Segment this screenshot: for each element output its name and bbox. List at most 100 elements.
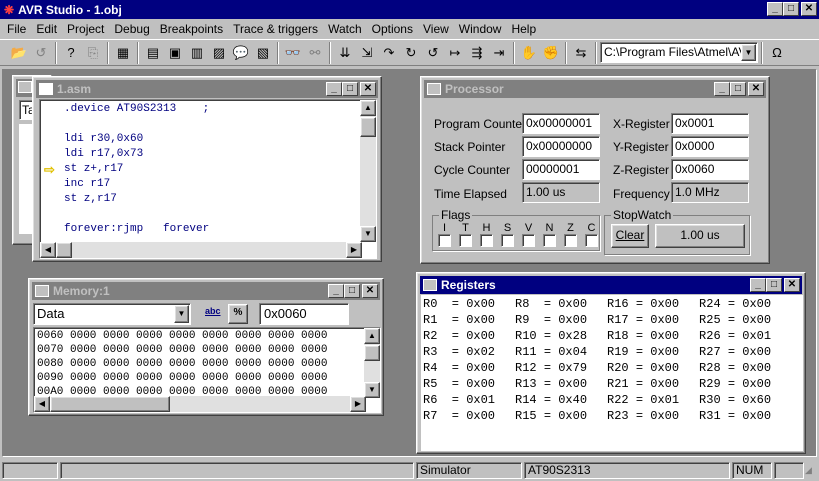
flag-c[interactable]: C <box>583 222 600 250</box>
processor-view-icon[interactable]: ▨ <box>208 42 230 64</box>
register-value[interactable]: R15 = 0x00 <box>515 408 587 424</box>
stack-pointer-field[interactable]: 0x00000000 <box>522 136 600 157</box>
menu-edit[interactable]: Edit <box>36 22 57 36</box>
registers-view-icon[interactable]: ▥ <box>186 42 208 64</box>
flag-i[interactable]: I <box>436 222 453 250</box>
registers-minimize-button[interactable]: _ <box>750 278 766 292</box>
run-icon[interactable]: ⇊ <box>334 42 356 64</box>
flag-checkbox[interactable] <box>438 234 451 247</box>
asm-vertical-scrollbar[interactable]: ▲ ▼ <box>360 100 376 242</box>
register-value[interactable]: R28 = 0x00 <box>699 360 771 376</box>
flag-n[interactable]: N <box>541 222 558 250</box>
disassembly-icon[interactable]: ▤ <box>142 42 164 64</box>
scroll-up-icon[interactable]: ▲ <box>360 100 376 116</box>
register-value[interactable]: R23 = 0x00 <box>607 408 679 424</box>
comment-icon[interactable]: 💬 <box>230 42 252 64</box>
processor-titlebar[interactable]: Processor _ □ ✕ <box>424 80 766 98</box>
processor-window[interactable]: Processor _ □ ✕ Program Counter 0x000000… <box>420 76 770 264</box>
cycle-counter-field[interactable]: 00000001 <box>522 159 600 180</box>
register-value[interactable]: R8 = 0x00 <box>515 296 587 312</box>
register-value[interactable]: R1 = 0x00 <box>423 312 495 328</box>
y-register-field[interactable]: 0x0000 <box>671 136 749 157</box>
register-value[interactable]: R17 = 0x00 <box>607 312 679 328</box>
registers-close-button[interactable]: ✕ <box>784 278 800 292</box>
register-value[interactable]: R21 = 0x00 <box>607 376 679 392</box>
options-icon[interactable]: ⇆ <box>570 42 592 64</box>
io-view-icon[interactable]: ▧ <box>252 42 274 64</box>
close-button[interactable]: ✕ <box>801 2 817 16</box>
register-value[interactable]: R9 = 0x00 <box>515 312 587 328</box>
watch-icon[interactable]: 👓 <box>282 42 304 64</box>
run-to-cursor-icon[interactable]: ↦ <box>444 42 466 64</box>
trace-icon[interactable]: ⇥ <box>488 42 510 64</box>
register-value[interactable]: R27 = 0x00 <box>699 344 771 360</box>
scroll-up-icon[interactable]: ▲ <box>364 328 380 344</box>
resize-grip-icon[interactable]: ◢ <box>805 465 817 479</box>
path-combobox[interactable]: C:\Program Files\Atmel\AVR ▼ <box>600 42 758 63</box>
register-value[interactable]: R22 = 0x01 <box>607 392 679 408</box>
step-out-icon[interactable]: ↺ <box>422 42 444 64</box>
processor-close-button[interactable]: ✕ <box>748 82 764 96</box>
menu-watch[interactable]: Watch <box>328 22 362 36</box>
register-value[interactable]: R7 = 0x00 <box>423 408 495 424</box>
scroll-thumb[interactable] <box>364 345 380 361</box>
register-value[interactable]: R24 = 0x00 <box>699 296 771 312</box>
flag-checkbox[interactable] <box>480 234 493 247</box>
x-register-field[interactable]: 0x0001 <box>671 113 749 134</box>
register-value[interactable]: R4 = 0x00 <box>423 360 495 376</box>
register-value[interactable]: R16 = 0x00 <box>607 296 679 312</box>
registers-titlebar[interactable]: Registers _ □ ✕ <box>420 276 802 294</box>
flag-checkbox[interactable] <box>459 234 472 247</box>
registers-window[interactable]: Registers _ □ ✕ R0 = 0x00 R1 = 0x00 R2 = 0… <box>416 272 806 454</box>
break-icon[interactable]: ⇲ <box>356 42 378 64</box>
chevron-down-icon[interactable]: ▼ <box>174 305 189 323</box>
processor-maximize-button[interactable]: □ <box>730 82 746 96</box>
chevron-down-icon[interactable]: ▼ <box>741 44 756 61</box>
memory-type-select[interactable]: Data ▼ <box>33 303 191 325</box>
help-icon[interactable]: ? <box>60 42 82 64</box>
clear-button[interactable]: Clear <box>611 224 649 248</box>
ascii-toggle-icon[interactable]: abc <box>205 306 225 323</box>
register-value[interactable]: R10 = 0x28 <box>515 328 587 344</box>
asm-minimize-button[interactable]: _ <box>326 82 342 96</box>
memory-window[interactable]: Memory:1 _ □ ✕ Data ▼ abc % 0x0060 0060 … <box>28 278 384 416</box>
scroll-down-icon[interactable]: ▼ <box>360 226 376 242</box>
register-value[interactable]: R14 = 0x40 <box>515 392 587 408</box>
register-value[interactable]: R30 = 0x60 <box>699 392 771 408</box>
registers-maximize-button[interactable]: □ <box>766 278 782 292</box>
stopwatch-display[interactable]: 1.00 us <box>655 224 745 248</box>
register-value[interactable]: R12 = 0x79 <box>515 360 587 376</box>
clear-breakpoints-icon[interactable]: ✊ <box>540 42 562 64</box>
menu-file[interactable]: File <box>7 22 26 36</box>
open-icon[interactable]: 📂 <box>8 42 30 64</box>
register-value[interactable]: R5 = 0x00 <box>423 376 495 392</box>
register-value[interactable]: R25 = 0x00 <box>699 312 771 328</box>
menu-project[interactable]: Project <box>67 22 104 36</box>
scroll-down-icon[interactable]: ▼ <box>364 382 380 398</box>
maximize-button[interactable]: □ <box>783 2 799 16</box>
memory-horizontal-scrollbar[interactable]: ◀ ▶ <box>34 396 366 412</box>
scroll-thumb[interactable] <box>360 117 376 137</box>
hscroll-thumb[interactable] <box>56 242 72 258</box>
asm-editor[interactable]: ⇨ .device AT90S2313 ; ldi r30,0x60 ldi r17… <box>39 99 377 259</box>
menu-options[interactable]: Options <box>372 22 413 36</box>
z-register-field[interactable]: 0x0060 <box>671 159 749 180</box>
register-value[interactable]: R19 = 0x00 <box>607 344 679 360</box>
register-value[interactable]: R20 = 0x00 <box>607 360 679 376</box>
menu-trace-triggers[interactable]: Trace & triggers <box>233 22 318 36</box>
memory-minimize-button[interactable]: _ <box>328 284 344 298</box>
multistep-icon[interactable]: ⇶ <box>466 42 488 64</box>
flag-v[interactable]: V <box>520 222 537 250</box>
toggle-breakpoint-icon[interactable]: ✋ <box>518 42 540 64</box>
register-value[interactable]: R31 = 0x00 <box>699 408 771 424</box>
asm-window[interactable]: 1.asm _ □ ✕ ⇨ .device AT90S2313 ; ldi r30… <box>32 76 382 262</box>
memory-close-button[interactable]: ✕ <box>362 284 378 298</box>
flag-checkbox[interactable] <box>543 234 556 247</box>
register-value[interactable]: R11 = 0x04 <box>515 344 587 360</box>
register-value[interactable]: R3 = 0x02 <box>423 344 495 360</box>
hex-toggle-icon[interactable]: % <box>228 304 248 324</box>
register-value[interactable]: R29 = 0x00 <box>699 376 771 392</box>
register-value[interactable]: R26 = 0x01 <box>699 328 771 344</box>
flag-s[interactable]: S <box>499 222 516 250</box>
hscroll-thumb[interactable] <box>50 396 170 412</box>
